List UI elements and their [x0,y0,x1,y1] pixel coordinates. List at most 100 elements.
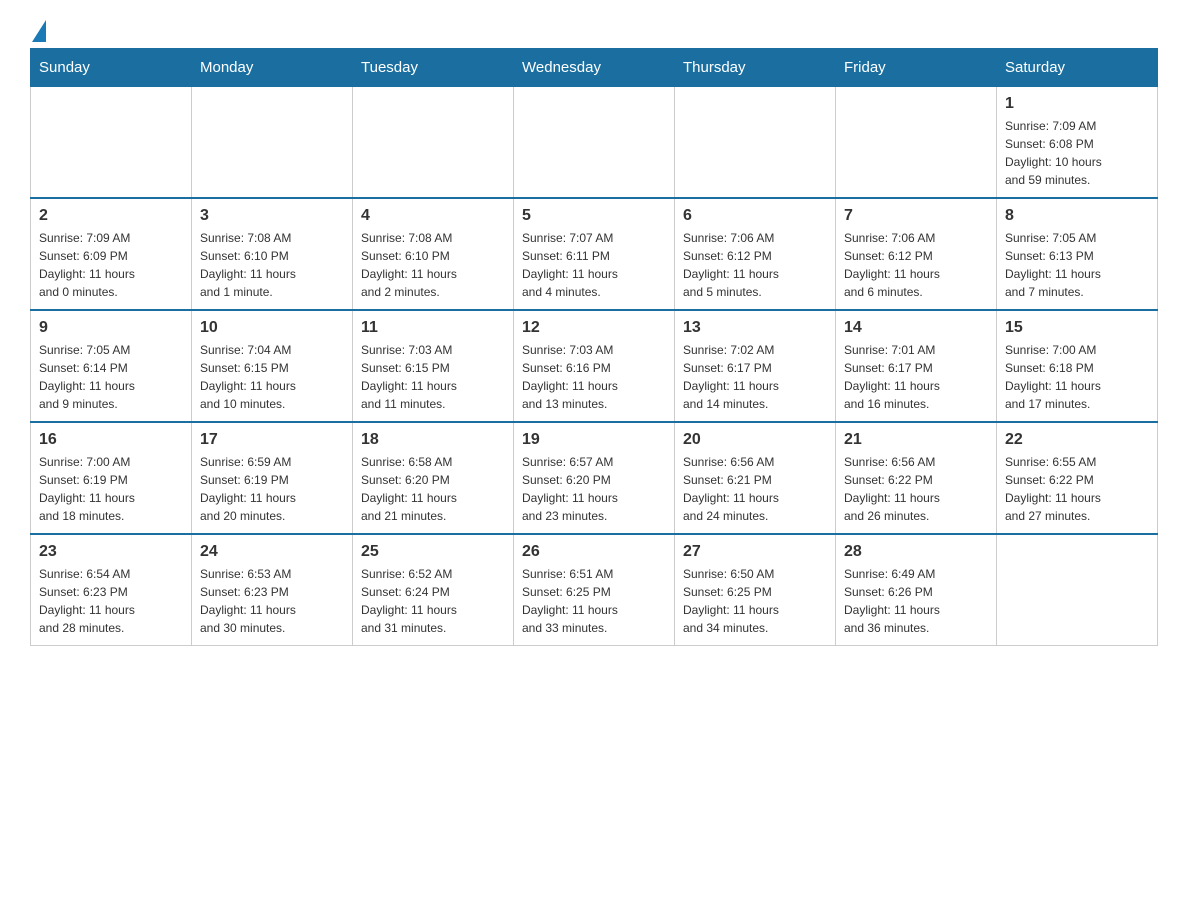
calendar-cell [514,87,675,199]
calendar-cell: 1 Sunrise: 7:09 AM Sunset: 6:08 PM Daylig… [997,87,1158,199]
calendar-cell [192,87,353,199]
weekday-header-friday: Friday [836,49,997,87]
day-number: 20 [683,431,827,449]
day-number: 15 [1005,319,1149,337]
calendar-cell: 16 Sunrise: 7:00 AM Sunset: 6:19 PM Dayli… [31,422,192,534]
day-number: 3 [200,207,344,225]
weekday-header-wednesday: Wednesday [514,49,675,87]
day-info: Sunrise: 7:00 AM Sunset: 6:19 PM Dayligh… [39,453,183,525]
day-info: Sunrise: 7:05 AM Sunset: 6:14 PM Dayligh… [39,341,183,413]
day-number: 16 [39,431,183,449]
calendar-cell: 10 Sunrise: 7:04 AM Sunset: 6:15 PM Dayli… [192,310,353,422]
calendar-cell: 15 Sunrise: 7:00 AM Sunset: 6:18 PM Dayli… [997,310,1158,422]
day-info: Sunrise: 7:00 AM Sunset: 6:18 PM Dayligh… [1005,341,1149,413]
day-info: Sunrise: 6:51 AM Sunset: 6:25 PM Dayligh… [522,565,666,637]
calendar-header-row: SundayMondayTuesdayWednesdayThursdayFrid… [31,49,1158,87]
day-info: Sunrise: 6:58 AM Sunset: 6:20 PM Dayligh… [361,453,505,525]
day-number: 28 [844,543,988,561]
day-info: Sunrise: 7:04 AM Sunset: 6:15 PM Dayligh… [200,341,344,413]
calendar-cell [836,87,997,199]
day-number: 4 [361,207,505,225]
page-header [30,20,1158,38]
day-number: 7 [844,207,988,225]
day-info: Sunrise: 7:09 AM Sunset: 6:09 PM Dayligh… [39,229,183,301]
calendar-cell: 25 Sunrise: 6:52 AM Sunset: 6:24 PM Dayli… [353,534,514,646]
calendar-cell: 13 Sunrise: 7:02 AM Sunset: 6:17 PM Dayli… [675,310,836,422]
day-number: 2 [39,207,183,225]
logo-triangle-icon [32,20,46,42]
day-number: 22 [1005,431,1149,449]
calendar-cell: 11 Sunrise: 7:03 AM Sunset: 6:15 PM Dayli… [353,310,514,422]
weekday-header-saturday: Saturday [997,49,1158,87]
calendar-cell: 6 Sunrise: 7:06 AM Sunset: 6:12 PM Daylig… [675,198,836,310]
day-info: Sunrise: 6:56 AM Sunset: 6:22 PM Dayligh… [844,453,988,525]
calendar-cell [353,87,514,199]
calendar-cell: 28Sunrise: 6:49 AM Sunset: 6:26 PM Dayli… [836,534,997,646]
weekday-header-tuesday: Tuesday [353,49,514,87]
day-info: Sunrise: 7:03 AM Sunset: 6:15 PM Dayligh… [361,341,505,413]
calendar-cell: 21 Sunrise: 6:56 AM Sunset: 6:22 PM Dayli… [836,422,997,534]
day-info: Sunrise: 6:52 AM Sunset: 6:24 PM Dayligh… [361,565,505,637]
weekday-header-monday: Monday [192,49,353,87]
calendar-cell: 19 Sunrise: 6:57 AM Sunset: 6:20 PM Dayli… [514,422,675,534]
day-number: 9 [39,319,183,337]
day-number: 14 [844,319,988,337]
day-number: 5 [522,207,666,225]
calendar-cell: 22 Sunrise: 6:55 AM Sunset: 6:22 PM Dayli… [997,422,1158,534]
calendar-cell: 9 Sunrise: 7:05 AM Sunset: 6:14 PM Daylig… [31,310,192,422]
calendar-cell: 3 Sunrise: 7:08 AM Sunset: 6:10 PM Daylig… [192,198,353,310]
day-info: Sunrise: 7:06 AM Sunset: 6:12 PM Dayligh… [683,229,827,301]
day-number: 19 [522,431,666,449]
calendar-cell: 18Sunrise: 6:58 AM Sunset: 6:20 PM Dayli… [353,422,514,534]
calendar-cell [997,534,1158,646]
calendar-cell: 8 Sunrise: 7:05 AM Sunset: 6:13 PM Daylig… [997,198,1158,310]
calendar-cell: 5 Sunrise: 7:07 AM Sunset: 6:11 PM Daylig… [514,198,675,310]
calendar-cell: 24Sunrise: 6:53 AM Sunset: 6:23 PM Dayli… [192,534,353,646]
day-number: 25 [361,543,505,561]
day-number: 26 [522,543,666,561]
calendar-cell: 12 Sunrise: 7:03 AM Sunset: 6:16 PM Dayli… [514,310,675,422]
weekday-header-sunday: Sunday [31,49,192,87]
day-info: Sunrise: 7:01 AM Sunset: 6:17 PM Dayligh… [844,341,988,413]
calendar-cell: 7 Sunrise: 7:06 AM Sunset: 6:12 PM Daylig… [836,198,997,310]
day-number: 13 [683,319,827,337]
calendar-week-row: 23Sunrise: 6:54 AM Sunset: 6:23 PM Dayli… [31,534,1158,646]
day-number: 6 [683,207,827,225]
day-number: 21 [844,431,988,449]
day-info: Sunrise: 7:05 AM Sunset: 6:13 PM Dayligh… [1005,229,1149,301]
day-number: 8 [1005,207,1149,225]
day-info: Sunrise: 7:08 AM Sunset: 6:10 PM Dayligh… [200,229,344,301]
day-info: Sunrise: 6:57 AM Sunset: 6:20 PM Dayligh… [522,453,666,525]
day-info: Sunrise: 6:50 AM Sunset: 6:25 PM Dayligh… [683,565,827,637]
calendar-cell: 27 Sunrise: 6:50 AM Sunset: 6:25 PM Dayli… [675,534,836,646]
calendar-cell [31,87,192,199]
calendar-week-row: 16 Sunrise: 7:00 AM Sunset: 6:19 PM Dayli… [31,422,1158,534]
calendar-cell: 26 Sunrise: 6:51 AM Sunset: 6:25 PM Dayli… [514,534,675,646]
calendar-cell: 14 Sunrise: 7:01 AM Sunset: 6:17 PM Dayli… [836,310,997,422]
calendar-cell: 20Sunrise: 6:56 AM Sunset: 6:21 PM Dayli… [675,422,836,534]
calendar-cell: 17Sunrise: 6:59 AM Sunset: 6:19 PM Dayli… [192,422,353,534]
calendar-week-row: 9 Sunrise: 7:05 AM Sunset: 6:14 PM Daylig… [31,310,1158,422]
day-info: Sunrise: 6:55 AM Sunset: 6:22 PM Dayligh… [1005,453,1149,525]
day-info: Sunrise: 7:08 AM Sunset: 6:10 PM Dayligh… [361,229,505,301]
day-number: 12 [522,319,666,337]
day-info: Sunrise: 7:03 AM Sunset: 6:16 PM Dayligh… [522,341,666,413]
day-number: 24 [200,543,344,561]
day-info: Sunrise: 7:02 AM Sunset: 6:17 PM Dayligh… [683,341,827,413]
weekday-header-thursday: Thursday [675,49,836,87]
day-number: 1 [1005,95,1149,113]
calendar-week-row: 2 Sunrise: 7:09 AM Sunset: 6:09 PM Daylig… [31,198,1158,310]
day-number: 11 [361,319,505,337]
calendar-cell: 23Sunrise: 6:54 AM Sunset: 6:23 PM Dayli… [31,534,192,646]
calendar-cell [675,87,836,199]
calendar-cell: 2 Sunrise: 7:09 AM Sunset: 6:09 PM Daylig… [31,198,192,310]
day-number: 27 [683,543,827,561]
day-info: Sunrise: 7:09 AM Sunset: 6:08 PM Dayligh… [1005,117,1149,189]
day-info: Sunrise: 7:06 AM Sunset: 6:12 PM Dayligh… [844,229,988,301]
day-info: Sunrise: 6:59 AM Sunset: 6:19 PM Dayligh… [200,453,344,525]
logo [30,20,46,38]
day-number: 10 [200,319,344,337]
day-info: Sunrise: 7:07 AM Sunset: 6:11 PM Dayligh… [522,229,666,301]
day-number: 23 [39,543,183,561]
calendar-cell: 4 Sunrise: 7:08 AM Sunset: 6:10 PM Daylig… [353,198,514,310]
